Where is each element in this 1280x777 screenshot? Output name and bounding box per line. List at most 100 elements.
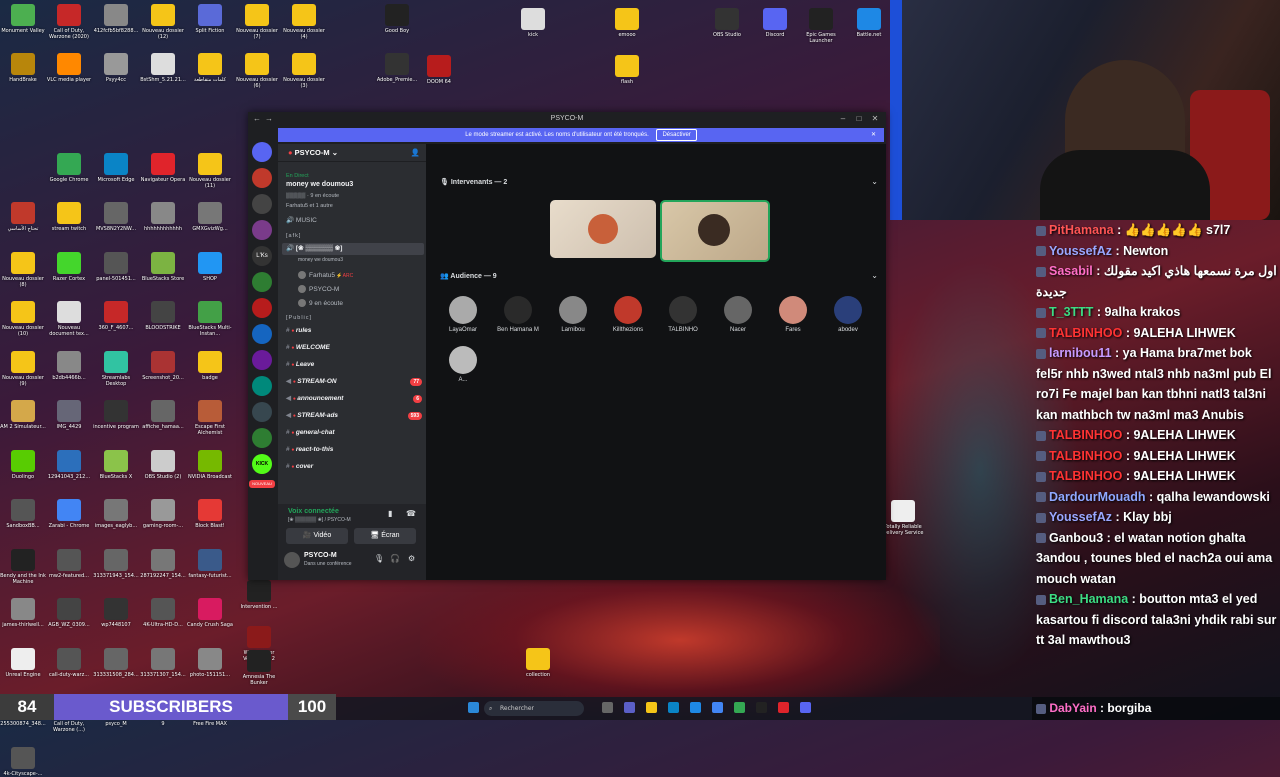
desktop-icon[interactable]: Microsoft Edge bbox=[93, 152, 139, 183]
server-icon[interactable] bbox=[252, 402, 272, 422]
server-icon[interactable] bbox=[252, 168, 272, 188]
opera-icon[interactable] bbox=[778, 702, 789, 713]
desktop-icon[interactable]: Battle.net bbox=[846, 8, 892, 38]
discord-icon[interactable] bbox=[800, 702, 811, 713]
desktop-icon[interactable]: MVS8N2Y2NW... bbox=[93, 202, 139, 232]
desktop-icon[interactable]: kick bbox=[510, 8, 556, 38]
desktop-icon[interactable]: gaming-room-... bbox=[140, 499, 186, 529]
desktop-icon[interactable]: Block Blast! bbox=[187, 499, 233, 529]
desktop-icon[interactable]: Totally Reliable Delivery Service bbox=[880, 500, 926, 536]
desktop-icon[interactable]: Adobe_Premie... bbox=[374, 53, 420, 83]
voice-member[interactable]: 9 en écoute bbox=[298, 298, 343, 310]
app-icon[interactable] bbox=[734, 702, 745, 713]
desktop-icon[interactable]: Duolingo bbox=[0, 449, 46, 480]
desktop-icon[interactable]: Psyy4cc bbox=[93, 53, 139, 83]
disconnect-icon[interactable]: ☎ bbox=[406, 509, 416, 518]
desktop-icon[interactable]: emooo bbox=[604, 8, 650, 38]
channel-item[interactable]: ◀ ● announcement 6 bbox=[286, 393, 422, 405]
add-member-icon[interactable]: 👤 bbox=[411, 144, 420, 162]
desktop-icon[interactable]: incentive program bbox=[93, 400, 139, 430]
maximize-button[interactable]: □ bbox=[854, 114, 864, 124]
close-button[interactable]: ✕ bbox=[870, 114, 880, 124]
desktop-icon[interactable]: Google Chrome bbox=[46, 152, 92, 183]
desktop-icon[interactable]: كلمات متقاطعة bbox=[187, 53, 233, 83]
audience-member[interactable]: Ben Hamana M bbox=[493, 296, 543, 333]
desktop-icon[interactable]: NVIDIA Broadcast bbox=[187, 449, 233, 480]
banner-close-icon[interactable]: ✕ bbox=[871, 128, 876, 142]
desktop-icon[interactable]: AM 2 Simulateur... bbox=[0, 400, 46, 430]
desktop-icon[interactable]: flash bbox=[604, 55, 650, 85]
desktop-icon[interactable]: SHOP bbox=[187, 251, 233, 282]
desktop-icon[interactable]: Bendy and the Ink Machine bbox=[0, 548, 46, 585]
audience-member[interactable]: Larnibou bbox=[548, 296, 598, 333]
desktop-icon[interactable]: 313371307_154... bbox=[140, 647, 186, 678]
back-arrow-icon[interactable]: ← bbox=[252, 114, 262, 124]
desktop-icon[interactable]: BstShm_5.21.21... bbox=[140, 53, 186, 83]
desktop-icon[interactable]: VLC media player bbox=[46, 53, 92, 83]
desktop-icon[interactable]: Intervention ... bbox=[236, 580, 282, 610]
desktop-icon[interactable]: badge bbox=[187, 350, 233, 381]
microphone-icon[interactable]: 🎙 bbox=[374, 554, 384, 563]
desktop-icon[interactable]: Streamlabs Desktop bbox=[93, 350, 139, 387]
video-button[interactable]: 🎥 Vidéo bbox=[286, 528, 348, 544]
desktop-icon[interactable]: Amnesia The Bunker bbox=[236, 650, 282, 686]
channel-item[interactable]: ◀ ● STREAM-ads 593 bbox=[286, 410, 422, 422]
server-icon[interactable] bbox=[252, 428, 272, 448]
desktop-icon[interactable]: تحتاج الأساسي bbox=[0, 202, 46, 232]
desktop-icon[interactable]: affiche_hamaa... bbox=[140, 400, 186, 430]
server-icon[interactable]: L'Ks bbox=[252, 246, 272, 266]
audience-member[interactable]: LayaOmar bbox=[438, 296, 488, 333]
desktop-icon[interactable]: BlueStacks Store bbox=[140, 251, 186, 282]
teams-icon[interactable] bbox=[624, 702, 635, 713]
desktop-icon[interactable]: Epic Games Launcher bbox=[798, 8, 844, 44]
server-icon[interactable] bbox=[252, 324, 272, 344]
desktop-icon[interactable]: Unreal Engine bbox=[0, 647, 46, 678]
desktop-icon[interactable]: OBS Studio bbox=[704, 8, 750, 38]
speakers-header[interactable]: 🎙 Intervenants — 2 bbox=[440, 178, 507, 186]
desktop-icon[interactable]: 4K-Ultra-HD-D... bbox=[140, 598, 186, 628]
desktop-icon[interactable]: Escape First Alchemist bbox=[187, 400, 233, 436]
desktop-icon[interactable]: photo-151151... bbox=[187, 647, 233, 678]
taskbar-search[interactable]: ⌕ Rechercher bbox=[484, 701, 584, 716]
audience-member[interactable]: A... bbox=[438, 346, 488, 383]
server-icon[interactable] bbox=[252, 220, 272, 240]
desktop-icon[interactable]: Discord bbox=[752, 8, 798, 38]
desktop-icon[interactable]: Monument Valley bbox=[0, 4, 46, 34]
audience-member[interactable]: Fares bbox=[768, 296, 818, 333]
desktop-icon[interactable]: 313371943_154... bbox=[93, 548, 139, 579]
server-icon[interactable] bbox=[252, 194, 272, 214]
category-afk[interactable]: [afk] bbox=[286, 230, 301, 242]
desktop-icon[interactable]: collection bbox=[515, 648, 561, 678]
desktop-icon[interactable]: panel-501451... bbox=[93, 251, 139, 282]
desktop-icon[interactable]: hhhhhhhhhhhh bbox=[140, 202, 186, 232]
audience-header[interactable]: 👥 Audience — 9 bbox=[440, 272, 497, 280]
desktop-icon[interactable]: DOOM 64 bbox=[416, 55, 462, 85]
desktop-icon[interactable]: IMG_4429 bbox=[46, 400, 92, 430]
server-icon[interactable] bbox=[252, 350, 272, 370]
server-header[interactable]: ● PSYCO-M ⌄ 👤 bbox=[278, 144, 426, 162]
desktop-icon[interactable]: Screenshot_20... bbox=[140, 350, 186, 381]
desktop-icon[interactable]: fantasy-futurist... bbox=[187, 548, 233, 579]
desktop-icon[interactable]: HandBrake bbox=[0, 53, 46, 83]
desktop-icon[interactable]: Nouveau dossier (10) bbox=[0, 301, 46, 337]
desktop-icon[interactable]: 287192247_154... bbox=[140, 548, 186, 579]
audience-member[interactable]: TALBINHO bbox=[658, 296, 708, 333]
desktop-icon[interactable]: Nouveau document tex... bbox=[46, 301, 92, 337]
desktop-icon[interactable]: mw2-featured... bbox=[46, 548, 92, 579]
desktop-icon[interactable]: Nouveau dossier (7) bbox=[234, 4, 280, 40]
desktop-icon[interactable]: 360_F_4607... bbox=[93, 301, 139, 331]
desktop-icon[interactable]: images_eaglyb... bbox=[93, 499, 139, 529]
desktop-icon[interactable]: call-duty-warz... bbox=[46, 647, 92, 678]
desktop-icon[interactable]: Split Fiction bbox=[187, 4, 233, 34]
music-channel[interactable]: 🔊 MUSIC bbox=[286, 215, 317, 227]
desktop-icon[interactable]: AGB_WZ_0309... bbox=[46, 598, 92, 628]
store-icon[interactable] bbox=[668, 702, 679, 713]
desktop-icon[interactable]: Nouveau dossier (11) bbox=[187, 152, 233, 189]
server-icon[interactable] bbox=[252, 298, 272, 318]
server-icon[interactable] bbox=[252, 376, 272, 396]
desktop-icon[interactable]: 412fcfb5bf8288... bbox=[93, 4, 139, 34]
desktop-icon[interactable]: Nouveau dossier (8) bbox=[0, 251, 46, 288]
category-public[interactable]: [Public] bbox=[286, 312, 312, 324]
channel-item[interactable]: # ● general-chat bbox=[286, 427, 422, 439]
audience-member[interactable]: abodev bbox=[823, 296, 873, 333]
